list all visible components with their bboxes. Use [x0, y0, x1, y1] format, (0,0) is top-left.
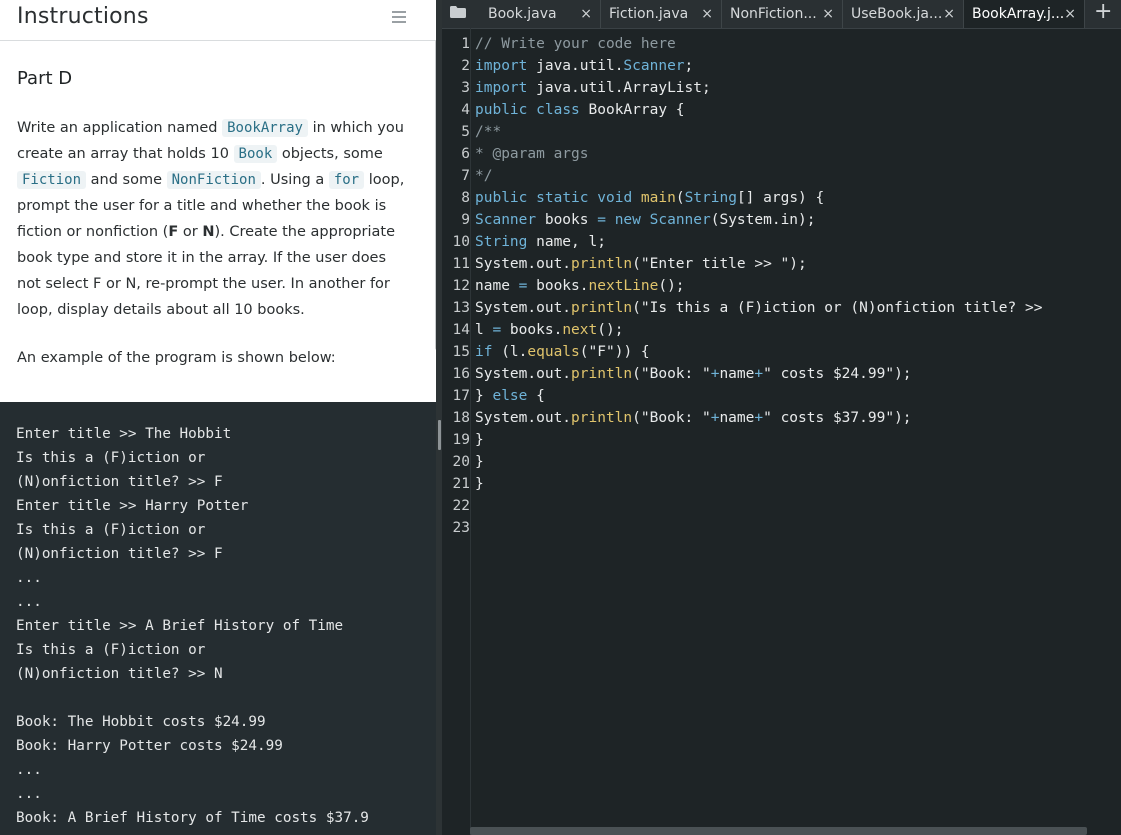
tab-nonfiction-java[interactable]: NonFiction... ×: [722, 0, 843, 28]
line-number-gutter: 1 2 3 4 5 6 7 8 9 10 11 12 13 14 15 16 17 18 19 20 21 22 23: [442, 33, 470, 539]
instructions-panel: Instructions Part D Write an application…: [0, 0, 436, 835]
bold-f: F: [168, 224, 179, 240]
line-number: 1: [461, 36, 470, 52]
desc-text: and some: [86, 172, 167, 188]
close-icon[interactable]: ×: [580, 0, 592, 28]
add-tab-button[interactable]: +: [1094, 0, 1112, 26]
code-line[interactable]: public class BookArray {: [475, 99, 1121, 121]
line-number: 3: [461, 80, 470, 96]
instructions-header: Instructions: [0, 0, 436, 41]
task-description: Write an application named BookArray in …: [17, 115, 409, 323]
folder-icon[interactable]: [450, 6, 466, 18]
line-number: 2: [461, 58, 470, 74]
editor-tab-bar: Book.java × Fiction.java × NonFiction...…: [442, 0, 1121, 29]
tab-label: BookArray.j...: [972, 6, 1065, 22]
tab-label: UseBook.ja...: [851, 6, 943, 22]
horizontal-scrollbar[interactable]: [470, 827, 1087, 835]
line-number: 5: [461, 124, 470, 140]
line-number: 12: [452, 278, 470, 294]
code-line[interactable]: Scanner books = new Scanner(System.in);: [475, 209, 1121, 231]
code-book: Book: [233, 145, 278, 163]
code-line[interactable]: }: [475, 429, 1121, 451]
tab-fiction-java[interactable]: Fiction.java ×: [601, 0, 722, 28]
example-intro: An example of the program is shown below…: [17, 350, 336, 366]
example-output-box: Enter title >> The Hobbit Is this a (F)i…: [0, 402, 436, 835]
code-editor: Book.java × Fiction.java × NonFiction...…: [442, 0, 1121, 835]
close-icon[interactable]: ×: [822, 0, 834, 28]
code-line[interactable]: name = books.nextLine();: [475, 275, 1121, 297]
line-number: 16: [452, 366, 470, 382]
tab-label: NonFiction...: [730, 6, 817, 22]
line-number: 14: [452, 322, 470, 338]
bold-n: N: [202, 224, 215, 240]
code-line[interactable]: } else {: [475, 385, 1121, 407]
code-line[interactable]: }: [475, 473, 1121, 495]
tab-usebook-java[interactable]: UseBook.ja... ×: [843, 0, 964, 28]
code-line[interactable]: if (l.equals("F")) {: [475, 341, 1121, 363]
code-line[interactable]: System.out.println("Is this a (F)iction …: [475, 297, 1121, 319]
close-icon[interactable]: ×: [1064, 0, 1076, 28]
line-number: 22: [452, 498, 470, 514]
line-number: 21: [452, 476, 470, 492]
code-line[interactable]: System.out.println("Enter title >> ");: [475, 253, 1121, 275]
line-number: 8: [461, 190, 470, 206]
code-line[interactable]: /**: [475, 121, 1121, 143]
code-area[interactable]: 1 2 3 4 5 6 7 8 9 10 11 12 13 14 15 16 17 18 19 20 21 22 23 //…: [442, 33, 1121, 823]
line-number: 9: [461, 212, 470, 228]
desc-text: objects, some: [277, 146, 383, 162]
code-nonfiction: NonFiction: [166, 171, 261, 189]
close-icon[interactable]: ×: [943, 0, 955, 28]
code-line[interactable]: [475, 495, 1121, 517]
close-icon[interactable]: ×: [701, 0, 713, 28]
code-line[interactable]: l = books.next();: [475, 319, 1121, 341]
desc-text: Write an application named: [17, 120, 223, 136]
code-line[interactable]: System.out.println("Book: "+name+" costs…: [475, 363, 1121, 385]
line-number: 23: [452, 520, 470, 536]
code-line[interactable]: [475, 517, 1121, 539]
code-line[interactable]: String name, l;: [475, 231, 1121, 253]
tab-bookarray-java[interactable]: BookArray.j... ×: [964, 0, 1085, 28]
code-line[interactable]: }: [475, 451, 1121, 473]
line-number: 11: [452, 256, 470, 272]
line-number: 20: [452, 454, 470, 470]
hamburger-menu-icon[interactable]: [392, 11, 406, 25]
line-number: 15: [452, 344, 470, 360]
line-number: 19: [452, 432, 470, 448]
line-number: 7: [461, 168, 470, 184]
line-number: 13: [452, 300, 470, 316]
tab-book-java[interactable]: Book.java ×: [480, 0, 601, 28]
code-line[interactable]: */: [475, 165, 1121, 187]
part-title: Part D: [17, 68, 73, 89]
line-number: 10: [452, 234, 470, 250]
line-number: 4: [461, 102, 470, 118]
code-line[interactable]: import java.util.ArrayList;: [475, 77, 1121, 99]
desc-text: or: [178, 224, 203, 240]
code-line[interactable]: // Write your code here: [475, 33, 1121, 55]
line-number: 18: [452, 410, 470, 426]
code-line[interactable]: * @param args: [475, 143, 1121, 165]
code-fiction: Fiction: [17, 171, 87, 189]
code-lines[interactable]: // Write your code here import java.util.…: [475, 33, 1121, 539]
tab-label: Fiction.java: [609, 6, 689, 22]
code-bookarray: BookArray: [222, 119, 308, 137]
line-number: 6: [461, 146, 470, 162]
example-output-text: Enter title >> The Hobbit Is this a (F)i…: [16, 426, 369, 826]
tab-label: Book.java: [488, 6, 557, 22]
code-line[interactable]: public static void main(String[] args) {: [475, 187, 1121, 209]
desc-text: . Using a: [260, 172, 329, 188]
line-number: 17: [452, 388, 470, 404]
splitter-handle[interactable]: [438, 420, 441, 450]
code-line[interactable]: import java.util.Scanner;: [475, 55, 1121, 77]
instructions-title: Instructions: [17, 4, 149, 29]
code-line[interactable]: System.out.println("Book: "+name+" costs…: [475, 407, 1121, 429]
code-for: for: [328, 171, 365, 189]
